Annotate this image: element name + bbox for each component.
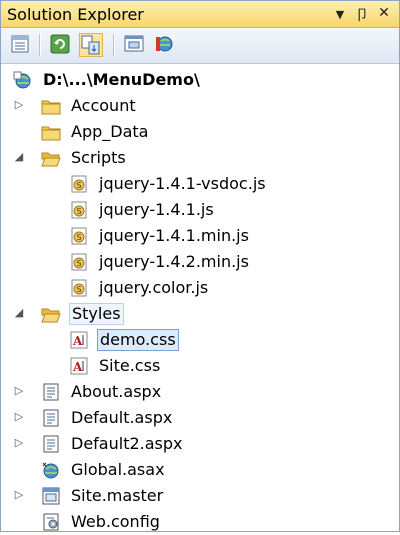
nest-related-files-button[interactable] [79,33,103,57]
root-label: D:\...\MenuDemo\ [43,70,200,89]
panel-title-bar: Solution Explorer ▼ 卩 ✕ [1,1,399,28]
copy-website-button[interactable] [153,33,177,57]
expand-arrow-icon[interactable]: ▷ [13,437,25,449]
tree-item[interactable]: Web.config [1,509,399,535]
aspx-file-icon [43,409,59,427]
tree-item[interactable]: Sjquery-1.4.2.min.js [1,249,399,275]
tree-item-label: jquery-1.4.2.min.js [99,252,249,271]
nest-related-files-icon [81,35,100,55]
tree-item-label: App_Data [71,122,149,141]
tree-item-label: jquery-1.4.1-vsdoc.js [99,174,266,193]
tree-item[interactable]: Global.asax [1,457,399,483]
css-file-icon: A [70,357,88,375]
tree-item[interactable]: Sjquery.color.js [1,275,399,301]
tree-item-label: Site.css [99,356,161,375]
folder-open-icon [41,308,61,323]
js-file-icon: S [71,201,87,219]
tree-item[interactable]: ▷ About.aspx [1,379,399,405]
pin-icon[interactable]: 卩 [353,5,371,25]
js-file-icon: S [71,253,87,271]
tree-root[interactable]: D:\...\MenuDemo\ [1,67,399,93]
tree-item-label: Web.config [71,512,160,531]
tree-item[interactable]: Ademo.css [1,327,399,353]
tree-item-label: Account [71,96,136,115]
expand-arrow-icon[interactable]: ▷ [13,489,25,501]
refresh-button[interactable] [49,33,73,57]
tree-item-label: jquery-1.4.1.min.js [99,226,249,245]
tree-item-label: Global.asax [71,460,165,479]
css-file-icon: A [70,331,88,349]
website-project-icon [13,71,31,89]
svg-text:S: S [76,285,81,294]
tree-item[interactable]: ◢ Scripts [1,145,399,171]
view-designer-button[interactable] [123,33,147,57]
window-position-dropdown-icon[interactable]: ▼ [331,8,349,21]
svg-text:S: S [76,181,81,190]
master-file-icon [42,487,60,505]
aspx-file-icon [43,435,59,453]
tree-item-label: Site.master [71,486,164,505]
tree-item[interactable]: ▷ Default.aspx [1,405,399,431]
tree-item-label: demo.css [97,329,179,351]
svg-text:S: S [76,233,81,242]
expand-arrow-icon[interactable]: ▷ [13,411,25,423]
solution-explorer-toolbar [1,28,399,64]
asax-file-icon [42,462,59,479]
tree-item-label: Default.aspx [71,408,173,427]
aspx-file-icon [43,383,59,401]
copy-website-icon [156,36,173,52]
properties-icon [11,35,29,53]
tree-item-label: Styles [69,303,124,325]
svg-text:A: A [72,334,83,348]
expand-arrow-icon[interactable]: ▷ [13,99,25,111]
collapse-arrow-icon[interactable]: ◢ [13,307,25,319]
svg-text:S: S [76,207,81,216]
svg-text:S: S [76,259,81,268]
tree-item[interactable]: ▷ Site.master [1,483,399,509]
panel-title: Solution Explorer [7,5,144,24]
folder-icon [41,100,61,115]
tree-item[interactable]: ▷ Account [1,93,399,119]
collapse-arrow-icon[interactable]: ◢ [13,151,25,163]
view-designer-icon [124,35,144,52]
folder-icon [41,126,61,141]
tree-item-label: About.aspx [71,382,162,401]
tree-item[interactable]: ◢ Styles [1,301,399,327]
tree-item-label: jquery.color.js [99,278,209,297]
js-file-icon: S [71,227,87,245]
close-icon[interactable]: ✕ [375,5,393,21]
tree-item[interactable]: App_Data [1,119,399,145]
tree-item[interactable]: Sjquery-1.4.1.min.js [1,223,399,249]
expand-arrow-icon[interactable]: ▷ [13,385,25,397]
properties-button[interactable] [9,33,33,57]
tree-item[interactable]: A Site.css [1,353,399,379]
tree-item-label: jquery-1.4.1.js [99,200,214,219]
refresh-icon [50,34,70,54]
svg-text:A: A [72,360,83,374]
tree-item[interactable]: Sjquery-1.4.1.js [1,197,399,223]
solution-explorer-panel: Solution Explorer ▼ 卩 ✕ D:\...\MenuDemo\… [0,0,400,532]
solution-tree: D:\...\MenuDemo\ ▷ Account App_Data ◢ Script… [1,64,399,531]
tree-item-label: Default2.aspx [71,434,183,453]
js-file-icon: S [71,279,87,297]
tree-item-label: Scripts [71,148,126,167]
tree-item[interactable]: ▷ Default2.aspx [1,431,399,457]
js-file-icon: S [71,175,87,193]
tree-item[interactable]: Sjquery-1.4.1-vsdoc.js [1,171,399,197]
config-file-icon [43,513,59,531]
folder-open-icon [41,152,61,167]
